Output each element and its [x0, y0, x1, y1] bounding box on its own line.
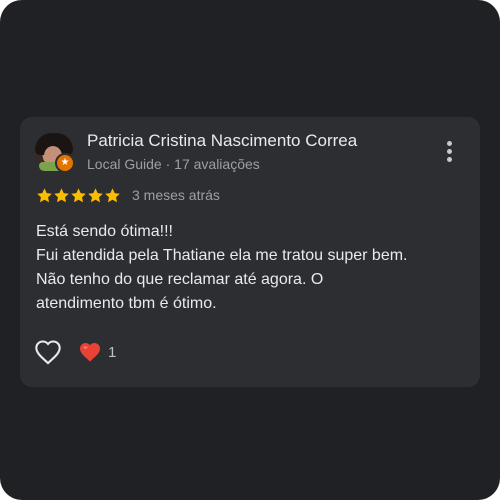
more-vert-icon[interactable]	[439, 141, 459, 165]
review-line: Não tenho do que reclamar até agora. O	[36, 271, 324, 288]
local-guide-badge-icon: ★	[55, 153, 75, 173]
star-icon	[71, 187, 86, 202]
author-meta: Local Guide · 17 avaliações	[87, 156, 260, 172]
heart-outline-icon[interactable]	[34, 339, 62, 365]
review-line: atendimento tbm é ótimo.	[36, 295, 217, 312]
review-actions: 1	[34, 339, 116, 365]
star-icon	[105, 187, 120, 202]
red-heart-icon	[80, 343, 100, 362]
app-background: ★ Patricia Cristina Nascimento Correa Lo…	[0, 0, 500, 500]
author-name[interactable]: Patricia Cristina Nascimento Correa	[87, 131, 357, 151]
review-line: Fui atendida pela Thatiane ela me tratou…	[36, 247, 408, 264]
star-icon	[88, 187, 103, 202]
rating-row: 3 meses atrás	[36, 185, 220, 205]
review-time: 3 meses atrás	[132, 187, 220, 203]
star-icon	[37, 187, 52, 202]
review-card: ★ Patricia Cristina Nascimento Correa Lo…	[20, 117, 480, 387]
review-text: Está sendo ótima!!! Fui atendida pela Th…	[36, 220, 466, 316]
reaction-button[interactable]: 1	[78, 341, 116, 363]
review-line: Está sendo ótima!!!	[36, 223, 173, 240]
star-icon	[54, 187, 69, 202]
reaction-count: 1	[108, 343, 117, 361]
